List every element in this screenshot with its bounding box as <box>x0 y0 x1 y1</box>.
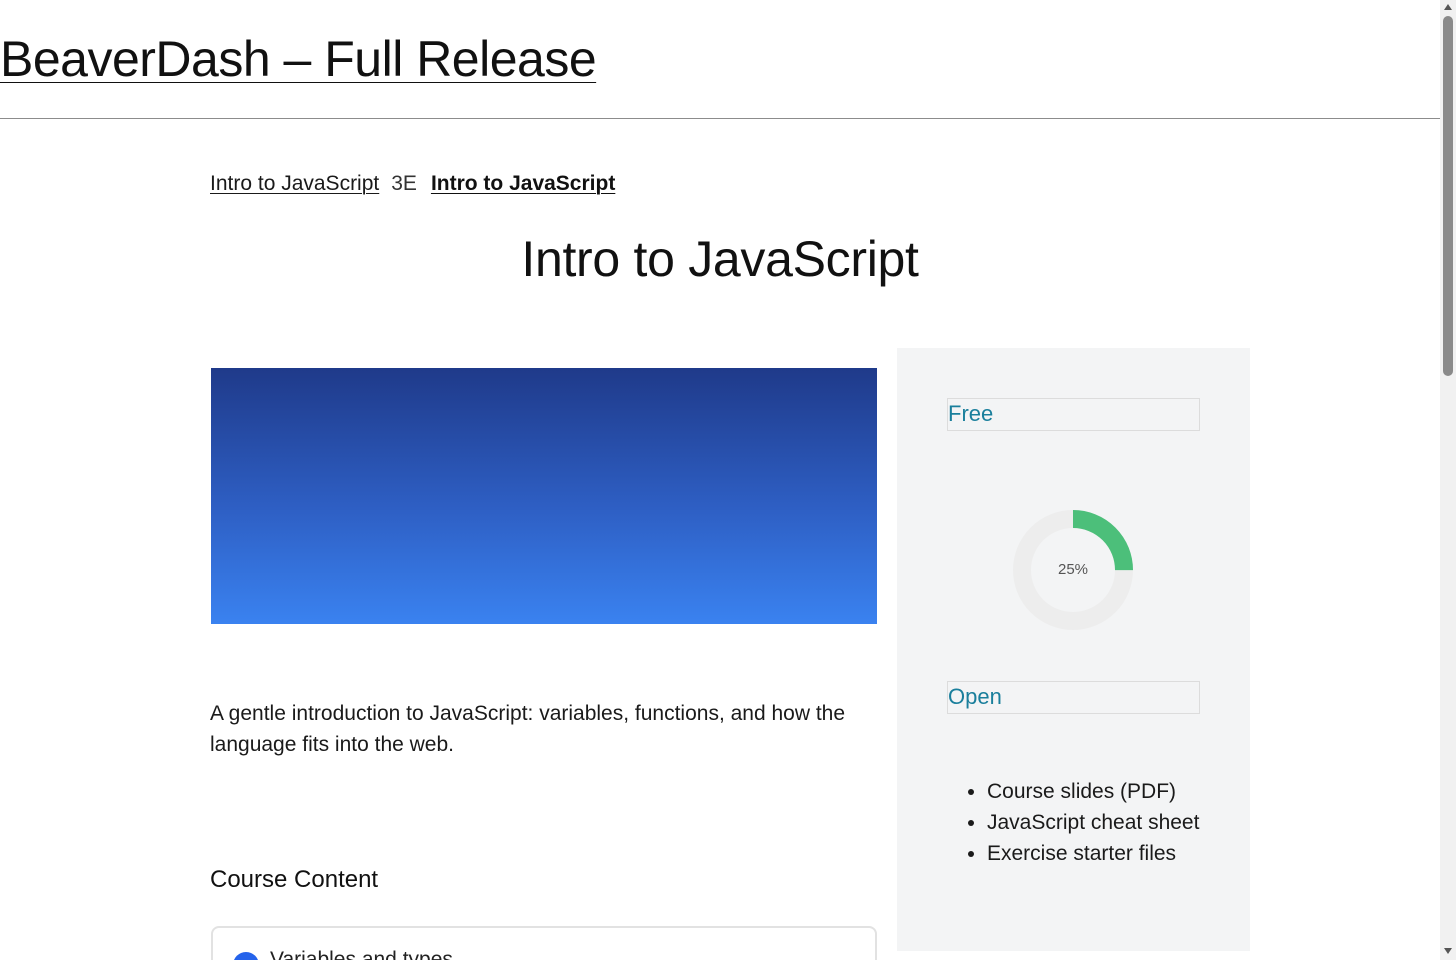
breadcrumb-parent-link[interactable]: Intro to JavaScript <box>210 172 379 196</box>
course-hero-image <box>211 368 877 624</box>
breadcrumb: Intro to JavaScript 3E Intro to JavaScri… <box>210 172 615 196</box>
lesson-item[interactable]: Variables and types <box>211 926 877 960</box>
scrollbar-thumb[interactable] <box>1443 16 1453 376</box>
site-header: BeaverDash – Full Release <box>0 0 1440 119</box>
status-label: Open <box>948 684 1002 709</box>
course-sidebar: Free 25% Open Course slides (PDF) JavaSc… <box>897 348 1250 951</box>
course-content-heading: Course Content <box>210 866 379 893</box>
status-field: Open <box>947 681 1200 714</box>
scroll-down-arrow-icon[interactable] <box>1444 948 1452 954</box>
site-title-link[interactable]: BeaverDash – Full Release <box>0 30 597 88</box>
page-title: Intro to JavaScript <box>521 231 919 287</box>
progress-percent-label: 25% <box>1057 561 1089 578</box>
lesson-status-icon <box>233 952 259 960</box>
scroll-up-arrow-icon[interactable] <box>1444 4 1452 10</box>
materials-list: Course slides (PDF) JavaScript cheat she… <box>987 776 1202 869</box>
breadcrumb-separator: 3E <box>391 172 417 195</box>
price-field: Free <box>947 398 1200 431</box>
breadcrumb-current-link[interactable]: Intro to JavaScript <box>431 172 615 196</box>
course-description: A gentle introduction to JavaScript: var… <box>210 702 846 756</box>
lesson-title: Variables and types <box>270 948 453 960</box>
page-scrollbar[interactable] <box>1440 0 1456 960</box>
materials-list-item: JavaScript cheat sheet <box>987 807 1202 838</box>
progress-ring: 25% <box>1013 510 1133 630</box>
materials-list-item: Course slides (PDF) <box>987 776 1202 807</box>
price-label: Free <box>948 401 994 426</box>
materials-list-item: Exercise starter files <box>987 838 1202 869</box>
